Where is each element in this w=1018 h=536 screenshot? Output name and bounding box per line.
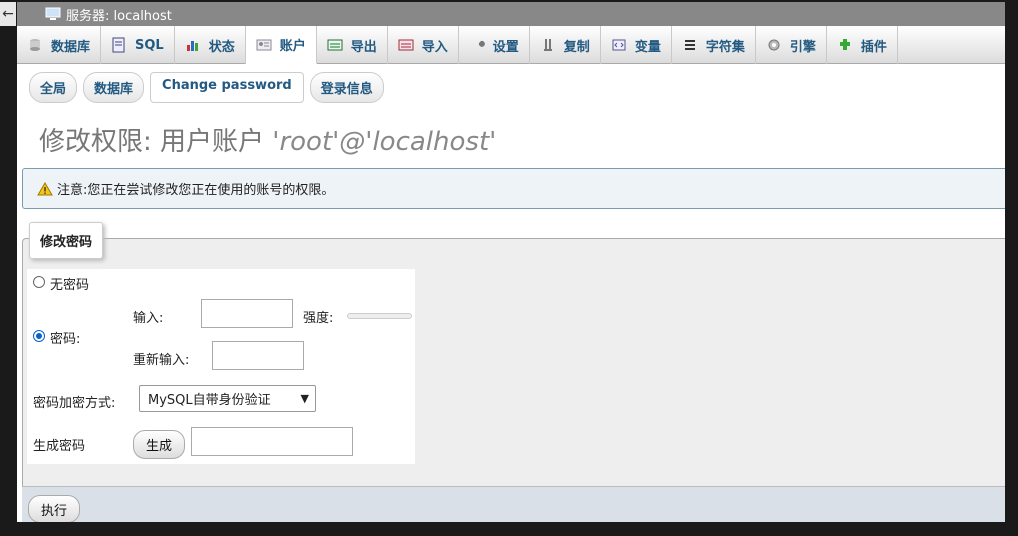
reenter-password-label: 重新输入: [133,353,190,368]
subnav-database[interactable]: 数据库 [83,72,145,103]
tab-label: 账户 [279,39,306,54]
account-subnav: 全局 数据库 Change password 登录信息 [17,64,1005,103]
tab-label: 插件 [860,39,887,55]
database-icon [30,39,40,51]
subnav-global[interactable]: 全局 [29,72,78,103]
left-panel-strip: ← [0,0,17,536]
tab-label: 导入 [421,39,448,55]
wrench-icon [471,40,485,50]
notice-text: 注意:您正在尝试修改您正在使用的账号的权限。 [57,183,335,198]
generate-button[interactable]: 生成 [133,430,185,459]
reenter-password-input[interactable] [212,341,304,370]
tab-label: 导出 [350,39,377,55]
tab-label: 变量 [634,39,661,55]
tab-label: 字符集 [705,39,745,55]
page-title-user: 'root'@'localhost' [272,127,497,157]
tab-label: SQL [135,37,164,53]
collapse-navigation-button[interactable]: ← [0,2,16,26]
tab-replication[interactable]: 复制 [530,26,601,64]
tab-plugins[interactable]: 插件 [827,26,898,64]
hashing-method-value: MySQL自带身份验证 [148,393,271,408]
engine-icon [768,39,780,51]
password-form-table: 无密码 密码: 输入: 强度: 重新输入: 密码加密方式: MySQL自带身份验… [27,269,415,464]
accounts-icon [256,39,272,50]
password-strength-meter [347,313,412,319]
chevron-down-icon: ▼ [300,392,309,405]
no-password-radio[interactable] [33,276,45,288]
enter-password-label: 输入: [133,311,164,326]
main-tabs: 数据库 SQL 状态 账户 导出 导入 设置 复制 变量 字符集 引擎 插件 [17,26,1005,64]
tab-import[interactable]: 导入 [388,26,459,64]
server-icon [45,7,61,20]
page-title: 修改权限: 用户账户 'root'@'localhost' [17,103,1005,158]
tab-charsets[interactable]: 字符集 [672,26,756,64]
tab-label: 设置 [492,39,519,55]
tab-export[interactable]: 导出 [317,26,388,64]
subnav-login-info[interactable]: 登录信息 [309,72,384,103]
server-title[interactable]: 服务器: localhost [66,5,172,24]
fieldset-legend: 修改密码 [29,222,104,259]
submit-button[interactable]: 执行 [28,495,80,522]
tab-settings[interactable]: 设置 [459,26,530,64]
generated-password-field[interactable] [191,427,353,456]
form-footer: 执行 [22,486,1005,522]
strength-label: 强度: [303,311,334,326]
tab-engines[interactable]: 引擎 [756,26,827,64]
subnav-change-password[interactable]: Change password [150,72,304,103]
tab-label: 数据库 [51,39,91,55]
page-title-prefix: 修改权限: 用户账户 [39,127,265,157]
tab-status[interactable]: 状态 [175,26,246,64]
import-icon [398,39,414,51]
status-icon [186,41,198,51]
tab-accounts[interactable]: 账户 [245,26,317,64]
server-breadcrumb: 服务器: localhost [17,2,1005,26]
tab-label: 引擎 [789,39,816,55]
hashing-method-label: 密码加密方式: [33,396,116,411]
replication-icon [543,39,552,51]
warning-icon [37,181,53,195]
tab-sql[interactable]: SQL [101,26,175,64]
password-input[interactable] [201,299,293,328]
tab-label: 状态 [208,39,235,55]
app-window: 服务器: localhost 数据库 SQL 状态 账户 导出 导入 设置 复制… [17,2,1005,522]
tab-variables[interactable]: 变量 [601,26,672,64]
export-icon [327,39,343,51]
password-label[interactable]: 密码: [50,328,80,347]
charset-icon [684,40,695,50]
plugin-icon [839,39,850,50]
tab-label: 复制 [563,39,590,55]
no-password-label[interactable]: 无密码 [50,274,89,293]
sql-icon [112,37,125,53]
hashing-method-select[interactable]: MySQL自带身份验证 ▼ [139,385,316,412]
generate-password-label: 生成密码 [33,439,86,454]
tab-databases[interactable]: 数据库 [17,26,102,64]
variables-icon [612,39,626,51]
notice-box: 注意:您正在尝试修改您正在使用的账号的权限。 [22,168,1005,209]
password-radio[interactable] [33,330,45,342]
